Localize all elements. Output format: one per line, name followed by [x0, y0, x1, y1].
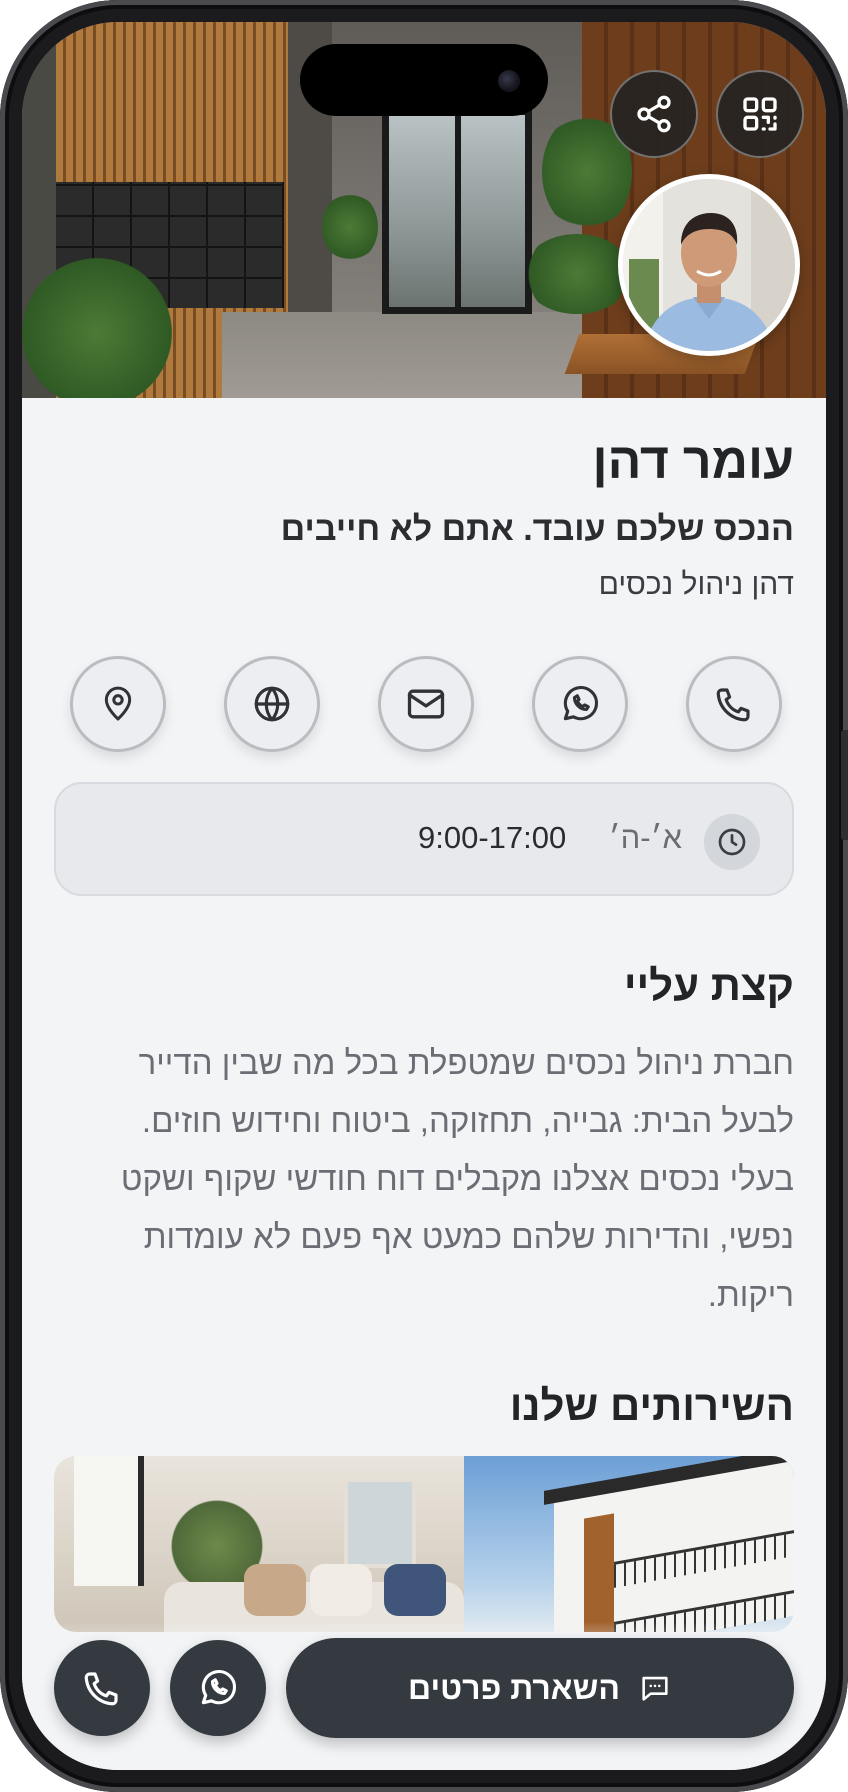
website-button[interactable]	[224, 656, 320, 752]
profile-name: עומר דהן	[592, 433, 795, 489]
contact-actions	[70, 656, 782, 754]
phone-icon	[81, 1667, 123, 1709]
phone-button[interactable]	[686, 656, 782, 752]
share-button[interactable]	[610, 70, 698, 158]
whatsapp-icon	[196, 1666, 240, 1710]
hours-time: 9:00-17:00	[418, 820, 567, 855]
service-card-interior[interactable]	[54, 1456, 464, 1632]
email-button[interactable]	[378, 656, 474, 752]
location-button[interactable]	[70, 656, 166, 752]
whatsapp-icon	[558, 682, 602, 726]
phone-icon	[713, 683, 755, 725]
service-card-building[interactable]	[464, 1456, 794, 1632]
globe-icon	[251, 683, 293, 725]
message-icon	[638, 1671, 672, 1705]
leave-details-label: השארת פרטים	[408, 1669, 620, 1706]
avatar	[618, 174, 800, 356]
about-text: חברת ניהול נכסים שמטפלת בכל מה שבין הדיי…	[120, 1044, 794, 1313]
dynamic-island	[300, 44, 548, 116]
about-title: קצת עליי	[623, 962, 794, 1009]
map-pin-icon	[98, 684, 138, 724]
leave-details-button[interactable]: השארת פרטים	[286, 1638, 794, 1738]
share-icon	[634, 94, 674, 134]
bottom-action-bar: השארת פרטים	[22, 1636, 826, 1740]
profile-tagline: הנכס שלכם עובד. אתם לא חייבים	[280, 510, 794, 548]
side-button	[841, 730, 848, 840]
opening-hours: א׳-ה׳ 9:00-17:00	[54, 782, 794, 896]
qr-code-icon	[740, 94, 780, 134]
screen: עומר דהן הנכס שלכם עובד. אתם לא חייבים ד…	[22, 22, 826, 1770]
whatsapp-button[interactable]	[532, 656, 628, 752]
company-name: דהן ניהול נכסים	[598, 568, 794, 601]
front-camera	[498, 70, 520, 92]
services-carousel[interactable]	[54, 1456, 794, 1632]
hours-days: א׳-ה׳	[608, 820, 682, 855]
mail-icon	[404, 682, 448, 726]
qr-code-button[interactable]	[716, 70, 804, 158]
whatsapp-chat-button[interactable]	[170, 1640, 266, 1736]
services-title: השירותים שלנו	[509, 1382, 794, 1429]
clock-icon	[704, 814, 760, 870]
call-button[interactable]	[54, 1640, 150, 1736]
